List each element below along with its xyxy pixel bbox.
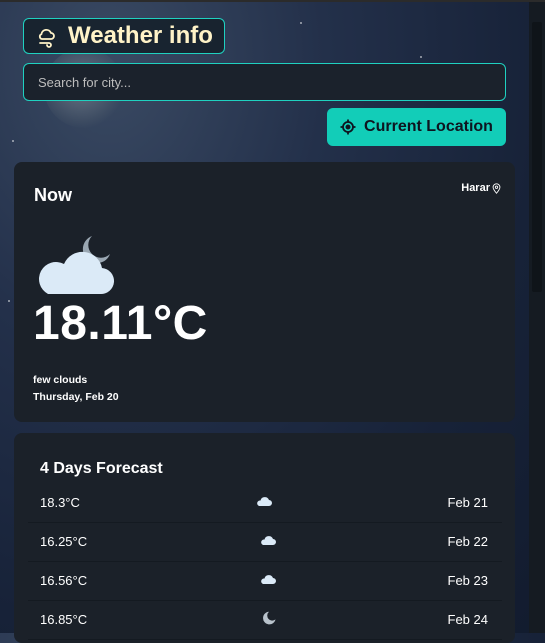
current-date: Thursday, Feb 20: [33, 391, 119, 403]
scrollbar[interactable]: [529, 2, 545, 633]
forecast-row: 16.85°C Feb 24: [28, 600, 502, 640]
map-pin-icon: [492, 182, 501, 194]
forecast-row: 16.56°C Feb 23: [28, 561, 502, 601]
cloud-icon: [257, 497, 272, 506]
current-location-label: Current Location: [364, 118, 493, 135]
city-name: Harar: [461, 182, 490, 194]
background-star: [300, 22, 302, 24]
window-top-border: [0, 0, 545, 2]
app-title: Weather info: [68, 22, 213, 49]
background-star: [12, 140, 14, 142]
city-label: Harar: [461, 182, 501, 194]
weather-condition: few clouds: [33, 374, 88, 386]
forecast-date: Feb 24: [447, 612, 488, 627]
current-weather-card: Now Harar 18.11°C few clouds Thursday, F…: [14, 162, 515, 422]
current-temperature: 18.11°C: [33, 297, 208, 350]
forecast-date: Feb 21: [447, 495, 488, 510]
forecast-temperature: 16.56°C: [40, 573, 88, 588]
forecast-date: Feb 23: [447, 573, 488, 588]
forecast-heading: 4 Days Forecast: [40, 460, 163, 477]
cloud-icon: [261, 575, 276, 584]
cloud-icon: [261, 536, 276, 545]
forecast-row: 16.25°C Feb 22: [28, 522, 502, 562]
current-location-button[interactable]: Current Location: [327, 108, 506, 146]
forecast-date: Feb 22: [447, 534, 488, 549]
background-star: [8, 300, 10, 302]
app-brand: Weather info: [23, 18, 225, 54]
forecast-temperature: 18.3°C: [40, 495, 80, 510]
cloud-moon-icon: [39, 236, 115, 295]
forecast-temperature: 16.25°C: [40, 534, 88, 549]
forecast-temperature: 16.85°C: [40, 612, 88, 627]
moon-icon: [263, 611, 276, 625]
scrollbar-thumb[interactable]: [532, 22, 542, 292]
crosshair-icon: [340, 119, 356, 135]
forecast-row: 18.3°C Feb 21: [28, 483, 502, 523]
forecast-card: 4 Days Forecast 18.3°C Feb 21 16.25°C Fe…: [14, 433, 515, 643]
cloud-wind-icon: [38, 28, 55, 48]
city-search-input[interactable]: [23, 63, 506, 101]
now-heading: Now: [34, 185, 72, 205]
background-star: [420, 56, 422, 58]
